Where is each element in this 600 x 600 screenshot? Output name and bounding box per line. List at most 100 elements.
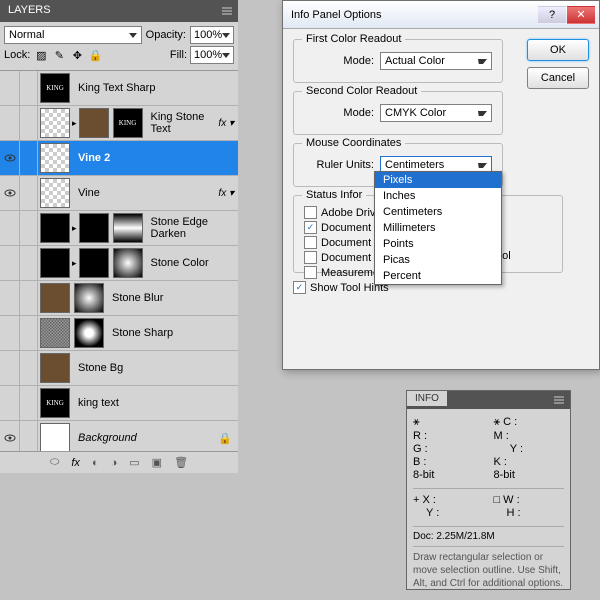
link-layers-icon[interactable]: ⬭	[50, 456, 59, 469]
visibility-toggle[interactable]	[0, 246, 20, 281]
ruler-option[interactable]: Millimeters	[375, 220, 501, 236]
ruler-units-dropdown[interactable]: PixelsInchesCentimetersMillimetersPoints…	[374, 171, 502, 285]
layer-thumb[interactable]	[79, 213, 109, 243]
status-checkbox[interactable]	[304, 206, 317, 219]
lock-transparency-icon[interactable]: ▨	[33, 47, 49, 63]
layer-row[interactable]: Stone Sharp	[0, 316, 238, 351]
blend-mode-select[interactable]: Normal	[4, 26, 142, 44]
layer-row[interactable]: Vinefx ▾	[0, 176, 238, 211]
layer-thumb[interactable]	[40, 423, 70, 451]
visibility-toggle[interactable]	[0, 141, 20, 176]
new-layer-icon[interactable]: ▣	[152, 456, 162, 469]
layer-name: Vine 2	[78, 152, 238, 164]
lock-all-icon[interactable]: 🔒	[87, 47, 103, 63]
status-checkbox[interactable]	[304, 266, 317, 279]
layer-fx-icon[interactable]: fx	[71, 457, 80, 469]
layer-row[interactable]: Vine 2	[0, 141, 238, 176]
layer-thumb[interactable]	[40, 108, 70, 138]
layer-row[interactable]: Stone Bg	[0, 351, 238, 386]
layer-name: Stone Edge Darken	[151, 216, 238, 240]
layer-thumb[interactable]	[40, 353, 70, 383]
layer-thumb[interactable]: KING	[40, 388, 70, 418]
ok-button[interactable]: OK	[527, 39, 589, 61]
first-mode-select[interactable]: Actual Color	[380, 52, 492, 70]
layer-thumb[interactable]	[40, 213, 70, 243]
ruler-option[interactable]: Points	[375, 236, 501, 252]
layer-row[interactable]: Background🔒	[0, 421, 238, 451]
ruler-option[interactable]: Inches	[375, 188, 501, 204]
eyedropper-icon: ⚹	[494, 416, 501, 429]
layers-footer: ⬭ fx ◐ ◑ ▭ ▣ 🗑	[0, 451, 238, 473]
visibility-toggle[interactable]	[0, 176, 20, 211]
layer-thumb[interactable]: KING	[40, 73, 70, 103]
close-button[interactable]: ✕	[567, 6, 595, 24]
tool-hint: Draw rectangular selection or move selec…	[413, 551, 564, 590]
eyedropper-icon: ⚹	[413, 416, 420, 429]
layer-row[interactable]: KINGKing Text Sharp	[0, 71, 238, 106]
group-icon[interactable]: ▭	[129, 456, 139, 469]
dropdown-arrow-icon	[222, 53, 230, 58]
layer-mask-thumb[interactable]	[113, 248, 143, 278]
layer-row[interactable]: ▸Stone Color	[0, 246, 238, 281]
link-col	[20, 421, 38, 452]
layer-name: Stone Blur	[112, 292, 238, 304]
visibility-toggle[interactable]	[0, 106, 20, 141]
layer-thumb[interactable]	[40, 248, 70, 278]
adjustment-layer-icon[interactable]: ◑	[111, 457, 118, 469]
layer-mask-thumb[interactable]	[113, 213, 143, 243]
doc-size: Doc: 2.25M/21.8M	[413, 531, 564, 542]
layer-mask-thumb[interactable]	[74, 283, 104, 313]
visibility-toggle[interactable]	[0, 386, 20, 421]
second-mode-select[interactable]: CMYK Color	[380, 104, 492, 122]
layer-row[interactable]: Stone Blur	[0, 281, 238, 316]
layer-row[interactable]: KING king text	[0, 386, 238, 421]
show-hints-checkbox[interactable]: ✓	[293, 281, 306, 294]
visibility-toggle[interactable]	[0, 71, 20, 106]
ruler-option[interactable]: Pixels	[375, 172, 501, 188]
status-checkbox[interactable]: ✓	[304, 221, 317, 234]
dropdown-arrow-icon	[478, 111, 487, 116]
info-tab[interactable]: INFO	[407, 391, 447, 406]
visibility-toggle[interactable]	[0, 316, 20, 351]
fx-badge[interactable]: fx ▾	[218, 118, 234, 129]
titlebar[interactable]: Info Panel Options ? ✕	[283, 1, 599, 29]
visibility-toggle[interactable]	[0, 351, 20, 386]
visibility-toggle[interactable]	[0, 211, 20, 246]
layer-thumb[interactable]	[40, 178, 70, 208]
help-button[interactable]: ?	[538, 6, 566, 24]
layer-row[interactable]: ▸KINGKing Stone Textfx ▾	[0, 106, 238, 141]
layer-row[interactable]: ▸Stone Edge Darken	[0, 211, 238, 246]
layer-thumb[interactable]	[40, 283, 70, 313]
visibility-toggle[interactable]	[0, 281, 20, 316]
lock-pixels-icon[interactable]: ✎	[51, 47, 67, 63]
ruler-option[interactable]: Picas	[375, 252, 501, 268]
layer-mask-thumb[interactable]: KING	[113, 108, 143, 138]
opacity-input[interactable]: 100%	[190, 26, 234, 44]
visibility-toggle[interactable]	[0, 421, 20, 452]
fx-badge[interactable]: fx ▾	[218, 188, 234, 199]
status-checkbox[interactable]	[304, 251, 317, 264]
panel-menu-icon[interactable]	[552, 393, 566, 410]
layer-mask-thumb[interactable]	[74, 318, 104, 348]
layer-thumb[interactable]	[40, 318, 70, 348]
dropdown-arrow-icon	[478, 59, 487, 64]
layers-tab[interactable]: LAYERS	[0, 0, 59, 20]
layer-thumb[interactable]	[79, 108, 109, 138]
layer-name: Vine	[78, 187, 218, 199]
layer-name: king text	[78, 397, 238, 409]
ruler-option[interactable]: Centimeters	[375, 204, 501, 220]
status-checkbox[interactable]	[304, 236, 317, 249]
ruler-option[interactable]: Percent	[375, 268, 501, 284]
cancel-button[interactable]: Cancel	[527, 67, 589, 89]
panel-menu-icon[interactable]	[220, 4, 234, 21]
layers-controls: Normal Opacity: 100% Lock: ▨ ✎ ✥ 🔒 Fill:…	[0, 22, 238, 71]
lock-position-icon[interactable]: ✥	[69, 47, 85, 63]
link-col	[20, 351, 38, 386]
layer-thumb[interactable]	[40, 143, 70, 173]
delete-layer-icon[interactable]: 🗑	[174, 456, 188, 469]
layer-thumb[interactable]	[79, 248, 109, 278]
status-label: Adobe Drive	[321, 207, 382, 219]
layer-mask-icon[interactable]: ◐	[92, 457, 99, 469]
link-col	[20, 386, 38, 421]
fill-input[interactable]: 100%	[190, 46, 234, 64]
